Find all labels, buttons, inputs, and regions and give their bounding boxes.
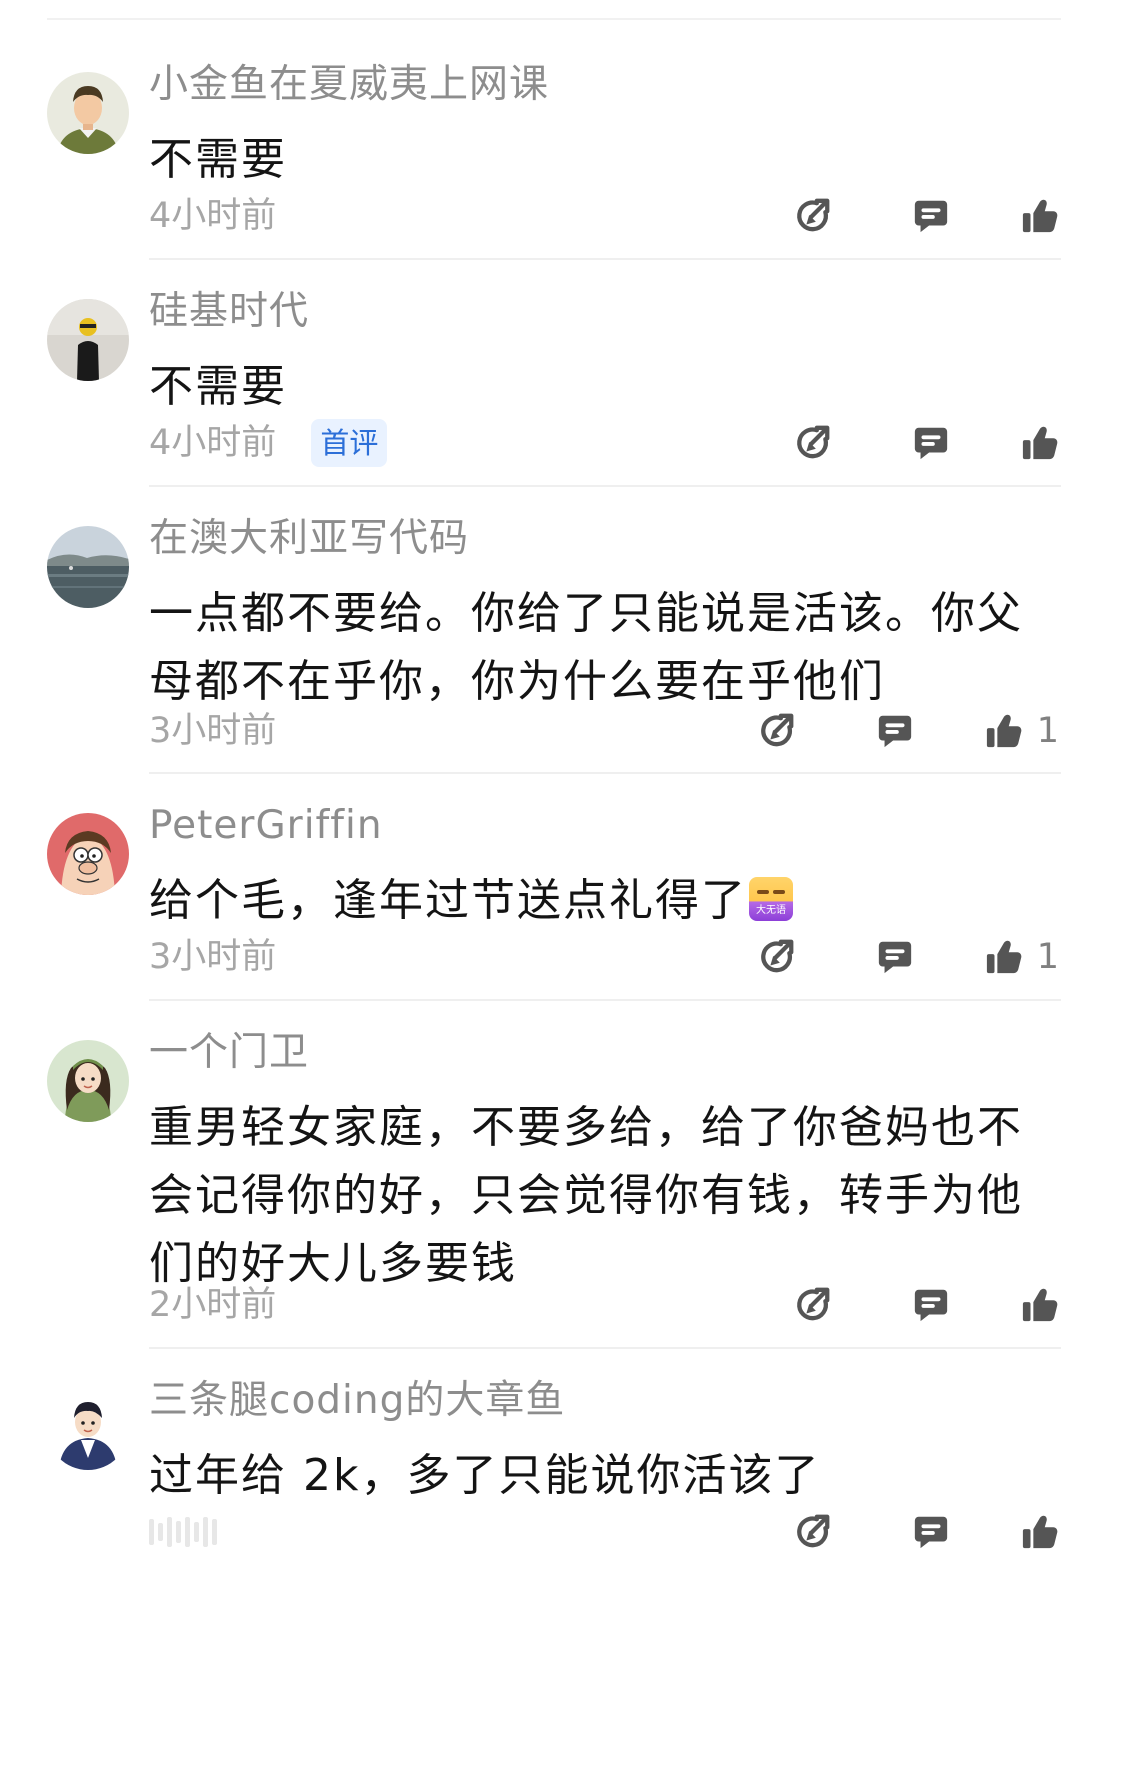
share-icon <box>760 939 794 973</box>
comment-time: 3小时前 <box>149 937 277 977</box>
avatar[interactable] <box>47 1388 129 1470</box>
person-sunglasses-avatar-icon <box>47 299 129 381</box>
reply-button[interactable] <box>867 703 923 759</box>
share-icon <box>797 425 830 459</box>
comment-meta: 2小时前 <box>149 1277 276 1333</box>
username[interactable]: 三条腿coding的大章鱼 <box>149 1376 565 1426</box>
share-button[interactable] <box>785 188 841 244</box>
comment-text: 给个毛，逢年过节送点礼得了 大无语 <box>149 867 1049 935</box>
share-button[interactable] <box>749 929 805 985</box>
reply-icon <box>914 1289 948 1322</box>
like-count: 1 <box>1036 711 1059 751</box>
comment-text: 过年给 2k，多了只能说你活该了 <box>149 1450 821 1501</box>
like-icon <box>1022 1515 1058 1549</box>
lake-scenery-avatar-icon <box>47 526 129 608</box>
share-button[interactable] <box>785 415 841 471</box>
comment-text: 不需要 <box>149 361 287 412</box>
reply-icon <box>914 427 948 460</box>
emoji-label: 大无语 <box>756 905 786 916</box>
comment-divider <box>149 258 1061 260</box>
comment-meta: 4小时前 首评 <box>149 415 388 471</box>
share-button[interactable] <box>785 1504 841 1560</box>
share-button[interactable] <box>749 703 805 759</box>
avatar[interactable] <box>47 813 129 895</box>
reply-button[interactable] <box>903 188 959 244</box>
avatar[interactable] <box>47 72 129 154</box>
reply-icon <box>878 941 911 974</box>
share-icon <box>797 198 830 232</box>
comment-text: 一点都不要给。你给了只能说是活该。你父母都不在乎你，你为什么要在乎他们 <box>149 588 1023 707</box>
like-icon <box>1022 199 1058 233</box>
share-icon <box>760 713 794 747</box>
reply-button[interactable] <box>867 929 923 985</box>
top-divider <box>47 18 1061 20</box>
username[interactable]: PeterGriffin <box>149 801 383 851</box>
like-icon <box>1022 426 1058 460</box>
comment-meta: 4小时前 <box>149 188 276 244</box>
girl-cartoon-avatar-icon <box>47 1040 129 1122</box>
cartoon-character-avatar-icon <box>47 813 129 895</box>
comment-meta: 3小时前 <box>149 703 276 759</box>
comment-time-placeholder <box>149 1504 217 1560</box>
comment-actions <box>785 415 1059 471</box>
comment-time: 2小时前 <box>149 1285 277 1325</box>
avatar[interactable] <box>47 299 129 381</box>
reply-icon <box>914 200 948 233</box>
comment-actions <box>785 1277 1059 1333</box>
comment-time: 4小时前 <box>149 196 277 236</box>
comment-time: 3小时前 <box>149 711 277 751</box>
like-button[interactable] <box>1021 415 1059 471</box>
speechless-emoji-icon: 大无语 <box>749 877 793 921</box>
reply-button[interactable] <box>903 1277 959 1333</box>
share-icon <box>797 1287 830 1321</box>
username[interactable]: 在澳大利亚写代码 <box>149 514 469 564</box>
comment-text-body: 给个毛，逢年过节送点礼得了 <box>149 875 747 926</box>
username[interactable]: 硅基时代 <box>149 287 309 337</box>
comment-actions <box>785 188 1059 244</box>
avatar[interactable] <box>47 526 129 608</box>
reply-button[interactable] <box>903 1504 959 1560</box>
reply-button[interactable] <box>903 415 959 471</box>
comment-divider <box>149 1347 1061 1349</box>
comment-meta: 3小时前 <box>149 929 276 985</box>
first-comment-badge: 首评 <box>311 419 388 467</box>
like-icon <box>986 714 1022 748</box>
reply-icon <box>914 1516 948 1549</box>
comment-actions: 1 <box>749 929 1059 985</box>
like-button[interactable]: 1 <box>985 703 1059 759</box>
username[interactable]: 小金鱼在夏威夷上网课 <box>149 60 549 110</box>
comment-time: 4小时前 <box>149 423 277 463</box>
comment-text: 重男轻女家庭，不要多给，给了你爸妈也不会记得你的好，只会觉得你有钱，转手为他们的… <box>149 1102 1023 1289</box>
username[interactable]: 一个门卫 <box>149 1028 309 1078</box>
like-button[interactable]: 1 <box>985 929 1059 985</box>
like-icon <box>1022 1288 1058 1322</box>
reply-icon <box>878 715 911 748</box>
boy-cartoon-avatar-icon <box>47 1388 129 1470</box>
like-button[interactable] <box>1021 1504 1059 1560</box>
comment-divider <box>149 772 1061 774</box>
comment-text: 不需要 <box>149 134 287 185</box>
comment-divider <box>149 999 1061 1001</box>
comment-actions: 1 <box>749 703 1059 759</box>
like-button[interactable] <box>1021 188 1059 244</box>
like-icon <box>986 940 1022 974</box>
soldier-avatar-icon <box>47 72 129 154</box>
share-icon <box>797 1514 830 1548</box>
like-button[interactable] <box>1021 1277 1059 1333</box>
comment-divider <box>149 485 1061 487</box>
like-count: 1 <box>1036 937 1059 977</box>
avatar[interactable] <box>47 1040 129 1122</box>
comment-actions <box>785 1504 1059 1560</box>
share-button[interactable] <box>785 1277 841 1333</box>
